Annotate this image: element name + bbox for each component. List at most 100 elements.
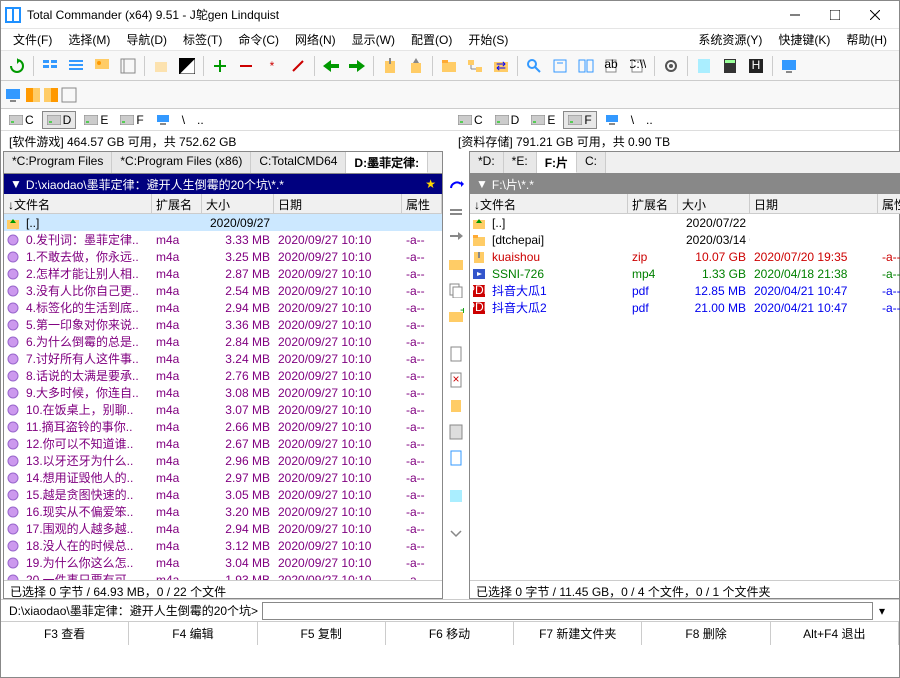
column-header[interactable]: 扩展名 bbox=[152, 194, 202, 213]
search-icon[interactable] bbox=[522, 54, 546, 78]
settings-icon[interactable] bbox=[659, 54, 683, 78]
menu-item[interactable]: 系统资源(Y) bbox=[690, 31, 770, 49]
drive-button[interactable]: C bbox=[5, 112, 38, 128]
function-key[interactable]: F5 复制 bbox=[258, 622, 386, 645]
menu-item[interactable]: 开始(S) bbox=[460, 31, 516, 49]
sync-icon[interactable] bbox=[574, 54, 598, 78]
folder-plus-icon[interactable]: + bbox=[445, 305, 467, 327]
file-row[interactable]: 17.围观的人越多越..m4a2.94 MB2020/09/27 10:10-a… bbox=[4, 520, 442, 537]
view-full-icon[interactable] bbox=[64, 54, 88, 78]
dropdown-icon[interactable]: ▾ bbox=[873, 604, 891, 618]
file-row[interactable]: 20.一件事只要有可..m4a1.93 MB2020/09/27 10:10-a… bbox=[4, 571, 442, 580]
file-row[interactable]: [..]2020/09/27 10:10---- bbox=[4, 214, 442, 231]
dropdown-icon[interactable]: ▼ bbox=[476, 177, 488, 191]
doc2-mid-icon[interactable] bbox=[445, 447, 467, 469]
select-plus-icon[interactable] bbox=[208, 54, 232, 78]
nav-button[interactable]: \ bbox=[178, 112, 189, 128]
drive-button[interactable]: D bbox=[491, 112, 524, 128]
column-header[interactable]: 大小 bbox=[678, 194, 750, 213]
column-header[interactable]: 大小 bbox=[202, 194, 274, 213]
minimize-button[interactable] bbox=[775, 5, 815, 25]
file-row[interactable]: PDF抖音大瓜2pdf21.00 MB2020/04/21 10:47-a-- bbox=[470, 299, 900, 316]
view-tree-icon[interactable] bbox=[116, 54, 140, 78]
file-row[interactable]: 5.第一印象对你来说..m4a3.36 MB2020/09/27 10:10-a… bbox=[4, 316, 442, 333]
panel2-icon[interactable] bbox=[43, 87, 59, 103]
tab[interactable]: *C:Program Files (x86) bbox=[112, 152, 251, 173]
menu-item[interactable]: 选择(M) bbox=[60, 31, 118, 49]
close-button[interactable] bbox=[855, 5, 895, 25]
drive-button[interactable]: F bbox=[563, 111, 596, 129]
nav-button[interactable]: .. bbox=[193, 112, 208, 128]
file-row[interactable]: 0.发刊词：墨菲定律..m4a3.33 MB2020/09/27 10:10-a… bbox=[4, 231, 442, 248]
right-filelist[interactable]: [..]2020/07/22 18:24----[dtchepai]2020/0… bbox=[470, 214, 900, 580]
file-row[interactable]: 11.摘耳盗铃的事你..m4a2.66 MB2020/09/27 10:10-a… bbox=[4, 418, 442, 435]
folder-sync-icon[interactable]: ⇄ bbox=[489, 54, 513, 78]
equal-icon[interactable] bbox=[445, 201, 467, 223]
pack-icon[interactable] bbox=[378, 54, 402, 78]
tab[interactable]: D:墨菲定律: bbox=[346, 152, 428, 173]
nav-up-icon[interactable] bbox=[445, 175, 467, 197]
function-key[interactable]: F3 查看 bbox=[1, 622, 129, 645]
file-row[interactable]: 19.为什么你这么怎..m4a3.04 MB2020/09/27 10:10-a… bbox=[4, 554, 442, 571]
tab[interactable]: *E: bbox=[504, 152, 537, 173]
tab[interactable]: *C:Program Files bbox=[4, 152, 112, 173]
doc-mid-icon[interactable] bbox=[445, 343, 467, 365]
maximize-button[interactable] bbox=[815, 5, 855, 25]
select-star-icon[interactable]: * bbox=[260, 54, 284, 78]
invert-icon[interactable] bbox=[175, 54, 199, 78]
function-key[interactable]: F4 编辑 bbox=[129, 622, 257, 645]
tab[interactable]: C:TotalCMD64 bbox=[251, 152, 346, 173]
file-row[interactable]: 6.为什么倒霉的总是..m4a2.84 MB2020/09/27 10:10-a… bbox=[4, 333, 442, 350]
monitor-icon[interactable] bbox=[5, 87, 21, 103]
function-key[interactable]: F7 新建文件夹 bbox=[514, 622, 642, 645]
menu-item[interactable]: 文件(F) bbox=[5, 31, 60, 49]
column-header[interactable]: 属性 bbox=[402, 194, 442, 213]
view-thumbs-icon[interactable] bbox=[90, 54, 114, 78]
file-row[interactable]: 9.大多时候，你连自..m4a3.08 MB2020/09/27 10:10-a… bbox=[4, 384, 442, 401]
copy-names-icon[interactable]: ab bbox=[600, 54, 624, 78]
column-header[interactable]: ↓文件名 bbox=[4, 194, 152, 213]
panel3-icon[interactable] bbox=[61, 87, 77, 103]
hex-icon[interactable]: H bbox=[744, 54, 768, 78]
left-filelist[interactable]: [..]2020/09/27 10:10----0.发刊词：墨菲定律..m4a3… bbox=[4, 214, 442, 580]
view-brief-icon[interactable] bbox=[38, 54, 62, 78]
file-row[interactable]: 16.现实从不偏爱笨..m4a3.20 MB2020/09/27 10:10-a… bbox=[4, 503, 442, 520]
function-key[interactable]: F6 移动 bbox=[386, 622, 514, 645]
file-row[interactable]: [dtchepai]2020/03/14 09:21---- bbox=[470, 231, 900, 248]
drive-button[interactable]: D bbox=[42, 111, 77, 129]
select-minus-icon[interactable] bbox=[234, 54, 258, 78]
file-row[interactable]: [..]2020/07/22 18:24---- bbox=[470, 214, 900, 231]
drive-button[interactable]: C bbox=[454, 112, 487, 128]
tab[interactable]: F:片 bbox=[537, 152, 577, 173]
file-row[interactable]: 15.越是贪图快速的..m4a3.05 MB2020/09/27 10:10-a… bbox=[4, 486, 442, 503]
drive-button[interactable]: E bbox=[527, 112, 559, 128]
calc-mid-icon[interactable] bbox=[445, 421, 467, 443]
desktop-icon[interactable] bbox=[777, 54, 801, 78]
left-pathbar[interactable]: ▼ D:\xiaodao\墨菲定律：避开人生倒霉的20个坑\*.* ★ bbox=[4, 174, 442, 194]
doc-x-icon[interactable]: × bbox=[445, 369, 467, 391]
network-icon[interactable] bbox=[152, 113, 174, 127]
dropdown-icon[interactable]: ▼ bbox=[10, 177, 22, 191]
zip-mid-icon[interactable] bbox=[445, 395, 467, 417]
rename-icon[interactable] bbox=[548, 54, 572, 78]
file-row[interactable]: kuaishouzip10.07 GB2020/07/20 19:35-a-- bbox=[470, 248, 900, 265]
network-icon[interactable] bbox=[601, 113, 623, 127]
file-row[interactable]: 4.标签化的生活到底..m4a2.94 MB2020/09/27 10:10-a… bbox=[4, 299, 442, 316]
drive-button[interactable]: E bbox=[80, 112, 112, 128]
function-key[interactable]: F8 删除 bbox=[642, 622, 770, 645]
notepad-icon[interactable] bbox=[692, 54, 716, 78]
expand-icon[interactable] bbox=[445, 523, 467, 545]
right-pathbar[interactable]: ▼ F:\片\*.* ★ bbox=[470, 174, 900, 194]
unpack-icon[interactable] bbox=[404, 54, 428, 78]
menu-item[interactable]: 快捷键(K) bbox=[770, 31, 838, 49]
menu-item[interactable]: 命令(C) bbox=[230, 31, 287, 49]
menu-item[interactable]: 网络(N) bbox=[287, 31, 344, 49]
cmd-input[interactable] bbox=[262, 602, 873, 620]
menu-item[interactable]: 导航(D) bbox=[118, 31, 175, 49]
file-row[interactable]: 8.话说的太满是要承..m4a2.76 MB2020/09/27 10:10-a… bbox=[4, 367, 442, 384]
function-key[interactable]: Alt+F4 退出 bbox=[771, 622, 899, 645]
file-row[interactable]: 1.不敢去做，你永远..m4a3.25 MB2020/09/27 10:10-a… bbox=[4, 248, 442, 265]
refresh-icon[interactable] bbox=[5, 54, 29, 78]
file-row[interactable]: 2.怎样才能让别人相..m4a2.87 MB2020/09/27 10:10-a… bbox=[4, 265, 442, 282]
panel1-icon[interactable] bbox=[25, 87, 41, 103]
